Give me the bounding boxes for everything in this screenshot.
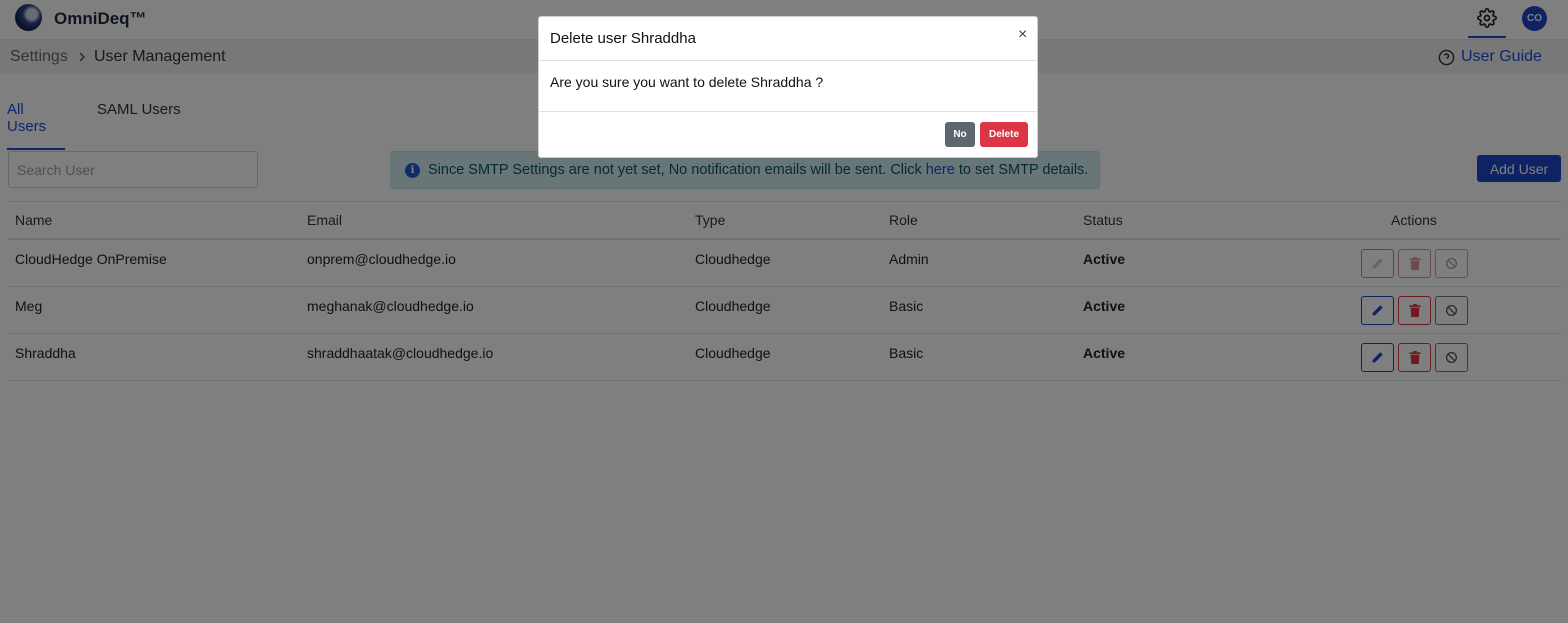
modal-header: Delete user Shraddha × (539, 17, 1037, 61)
confirm-delete-button[interactable]: Delete (980, 122, 1028, 147)
delete-user-modal: Delete user Shraddha × Are you sure you … (538, 16, 1038, 158)
no-button[interactable]: No (945, 122, 975, 147)
modal-title: Delete user Shraddha (550, 30, 696, 47)
modal-footer: No Delete (539, 112, 1037, 157)
modal-confirm-text: Are you sure you want to delete Shraddha… (550, 74, 824, 90)
close-icon[interactable]: × (1018, 26, 1027, 44)
modal-body: Are you sure you want to delete Shraddha… (539, 61, 1037, 112)
